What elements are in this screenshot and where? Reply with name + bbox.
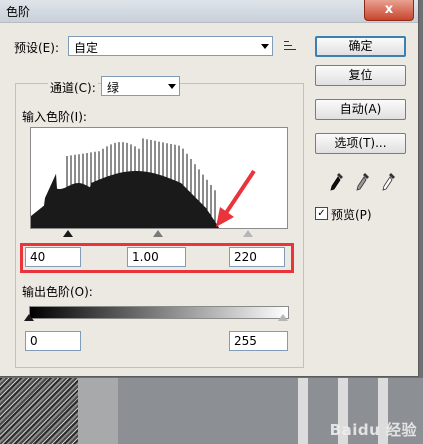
output-white-slider[interactable] <box>278 314 288 321</box>
input-white-field[interactable]: 220 <box>229 247 285 267</box>
title-bar: 色阶 x <box>0 0 418 23</box>
channel-label: 通道(C): <box>48 79 98 96</box>
watermark: Baidu 经验 <box>329 421 417 439</box>
background-stripe <box>298 378 308 444</box>
output-black-slider[interactable] <box>24 314 34 321</box>
background-texture <box>0 378 78 444</box>
preset-label: 预设(E): <box>14 41 59 55</box>
input-levels-label: 输入色阶(I): <box>22 110 87 124</box>
input-black-field[interactable]: 40 <box>25 247 81 267</box>
preview-checkbox[interactable]: ✓ <box>315 207 328 220</box>
output-levels-label: 输出色阶(O): <box>22 285 93 299</box>
close-icon: x <box>384 2 394 17</box>
input-gamma-field[interactable]: 1.00 <box>127 247 186 267</box>
channel-select[interactable]: 绿 <box>101 76 180 96</box>
input-black-slider[interactable] <box>63 230 73 237</box>
gray-eyedropper-icon[interactable] <box>356 172 370 192</box>
input-gamma-slider[interactable] <box>153 230 163 237</box>
close-button[interactable]: x <box>364 0 414 21</box>
reset-button[interactable]: 复位 <box>315 65 406 86</box>
preset-menu-icon[interactable] <box>284 40 296 52</box>
preset-select[interactable]: 自定 <box>68 36 273 56</box>
input-gamma-value: 1.00 <box>132 250 159 264</box>
input-white-slider[interactable] <box>243 230 253 237</box>
input-white-value: 220 <box>234 250 257 264</box>
preset-value: 自定 <box>74 41 99 55</box>
levels-dialog: 色阶 x 预设(E): 自定 确定 复位 自动(A) 选项(T)... ✓ 预览… <box>0 0 419 377</box>
annotation-arrow-icon <box>216 169 256 227</box>
output-black-field[interactable]: 0 <box>25 331 81 351</box>
window-title: 色阶 <box>6 5 31 19</box>
preview-label: 预览(P) <box>331 208 372 222</box>
channel-value: 绿 <box>107 81 120 95</box>
output-black-value: 0 <box>30 334 38 348</box>
chevron-down-icon <box>168 84 176 89</box>
chevron-down-icon <box>261 44 269 49</box>
ok-button[interactable]: 确定 <box>315 36 406 57</box>
black-eyedropper-icon[interactable] <box>330 172 344 192</box>
white-eyedropper-icon[interactable] <box>382 172 396 192</box>
auto-button[interactable]: 自动(A) <box>315 99 406 120</box>
input-black-value: 40 <box>30 250 46 264</box>
options-button[interactable]: 选项(T)... <box>315 133 406 154</box>
background-panel <box>78 378 118 444</box>
output-white-field[interactable]: 255 <box>229 331 288 351</box>
output-white-value: 255 <box>234 334 257 348</box>
output-gradient <box>29 306 289 319</box>
